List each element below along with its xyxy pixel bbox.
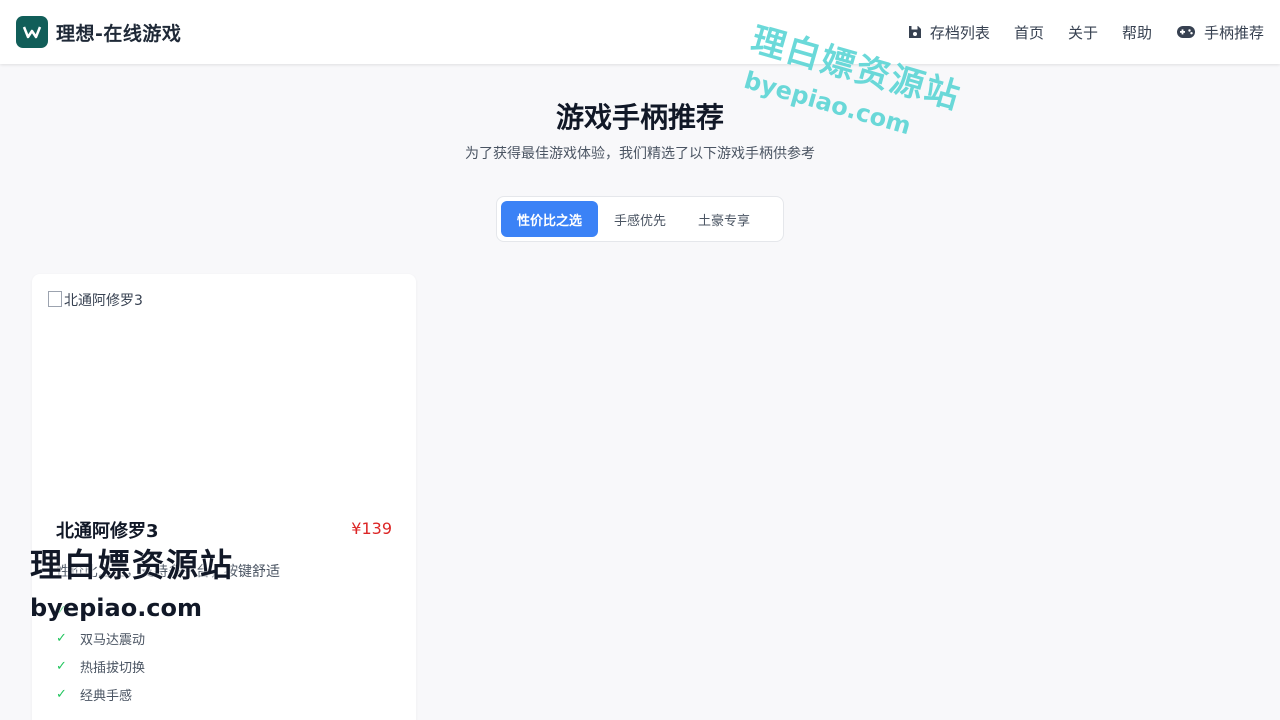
feature-label: 热插拔切换	[80, 660, 146, 676]
top-navbar: 理想-在线游戏 存档列表 首页 关于 帮助 手柄推荐	[0, 0, 1280, 64]
check-icon: ✓	[56, 630, 67, 646]
feature-label: 双马达震动	[80, 632, 146, 648]
product-description: 性价比之王，支持多平台，按键舒适	[56, 564, 280, 580]
feature-list: ✓ ✓ 双马达震动 ✓ 热插拔切换 ✓ 经典手感	[56, 596, 145, 708]
nav-item-label: 存档列表	[929, 23, 990, 42]
page-subtitle: 为了获得最佳游戏体验，我们精选了以下游戏手柄供参考	[465, 146, 815, 162]
check-icon: ✓	[56, 686, 67, 702]
product-image: 北通阿修罗3	[48, 290, 400, 500]
list-item: ✓ 经典手感	[56, 680, 145, 708]
tab-premium[interactable]: 土豪专享	[682, 201, 766, 237]
product-price: ¥139	[351, 519, 392, 538]
list-item: ✓ 热插拔切换	[56, 652, 145, 680]
nav-item-help[interactable]: 帮助	[1122, 22, 1152, 43]
check-icon: ✓	[56, 602, 67, 618]
nav-item-gamepads[interactable]: 手柄推荐	[1176, 22, 1264, 43]
tab-value[interactable]: 性价比之选	[501, 201, 599, 237]
nav-item-label: 帮助	[1121, 23, 1152, 42]
tab-feel[interactable]: 手感优先	[598, 201, 682, 237]
list-item: ✓ 双马达震动	[56, 624, 145, 652]
main-nav: 存档列表 首页 关于 帮助 手柄推荐	[884, 0, 1264, 64]
nav-item-home[interactable]: 首页	[1014, 22, 1044, 43]
nav-item-saves[interactable]: 存档列表	[908, 22, 990, 43]
category-tabs: 性价比之选 手感优先 土豪专享	[496, 196, 784, 242]
check-icon: ✓	[56, 658, 67, 674]
nav-item-label: 关于	[1067, 23, 1098, 42]
product-name: 北通阿修罗3	[56, 521, 159, 542]
save-icon	[908, 26, 921, 38]
brand[interactable]: 理想-在线游戏	[16, 16, 181, 48]
logo-icon	[16, 16, 48, 48]
nav-item-about[interactable]: 关于	[1068, 22, 1098, 43]
broken-image-icon	[48, 291, 62, 307]
list-item: ✓	[56, 596, 145, 624]
page-title: 游戏手柄推荐	[555, 101, 724, 134]
product-image-alt: 北通阿修罗3	[64, 293, 143, 309]
brand-title: 理想-在线游戏	[56, 22, 182, 45]
product-card[interactable]: 北通阿修罗3 北通阿修罗3 ¥139 性价比之王，支持多平台，按键舒适 ✓ ✓ …	[32, 274, 416, 720]
nav-item-label: 手柄推荐	[1203, 23, 1264, 42]
nav-item-label: 首页	[1013, 23, 1044, 42]
feature-label: 经典手感	[80, 688, 133, 704]
gamepad-icon	[1176, 26, 1195, 38]
